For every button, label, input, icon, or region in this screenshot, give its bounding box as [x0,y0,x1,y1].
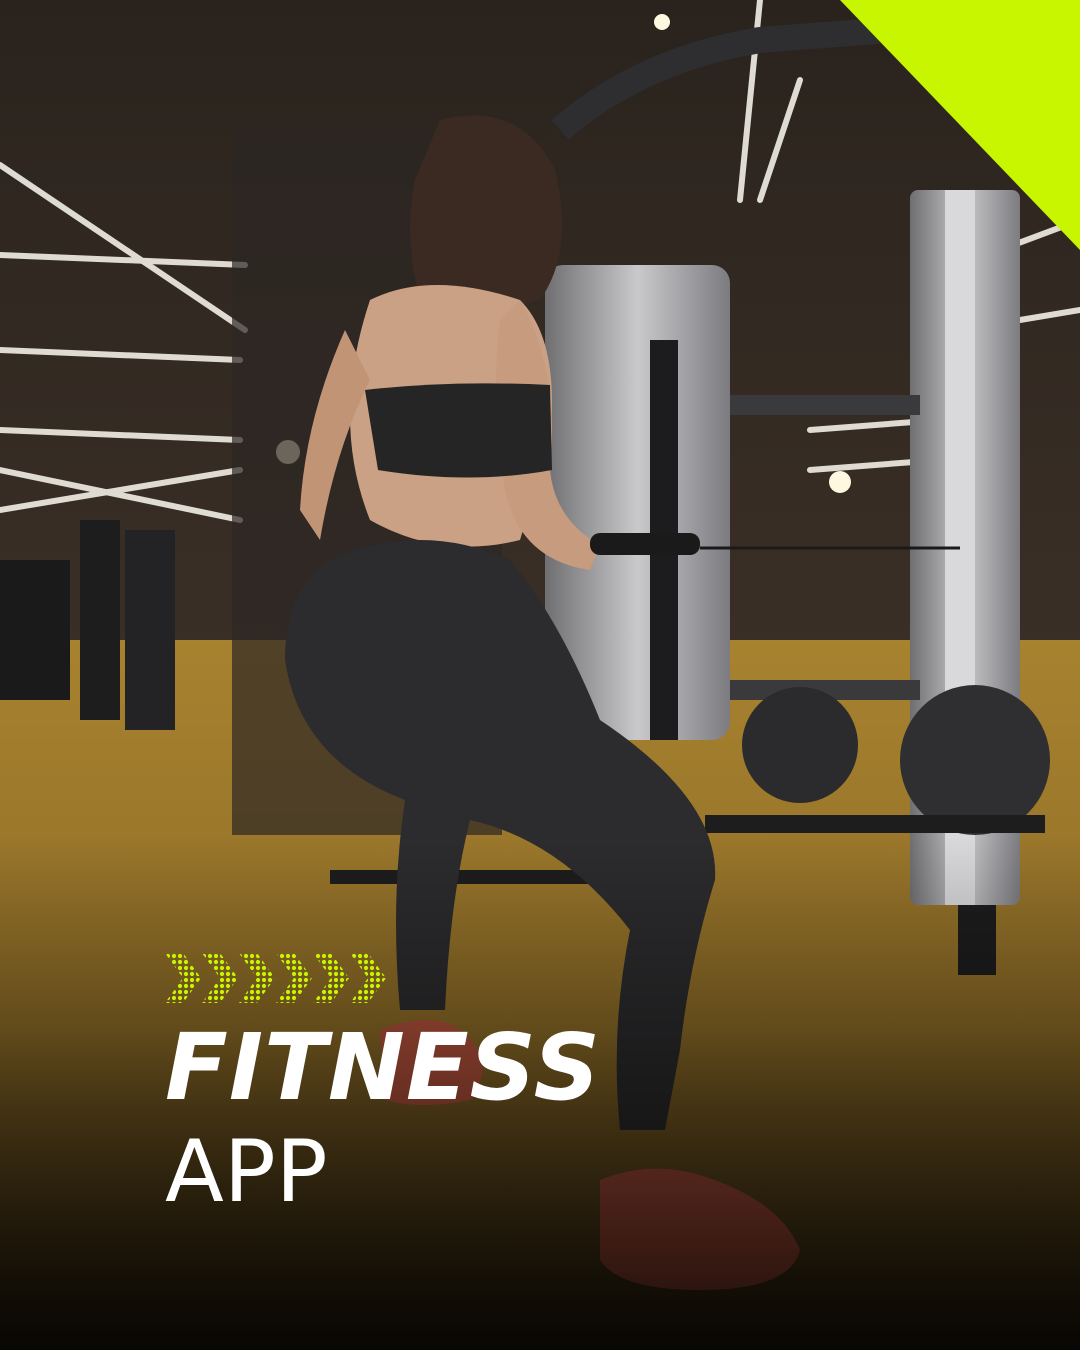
dotted-chevron-arrows-icon [165,953,386,1003]
headline-subtitle: APP [165,1122,328,1222]
headline-title: FITNESS [165,1014,601,1121]
corner-accent-triangle [840,0,1080,250]
